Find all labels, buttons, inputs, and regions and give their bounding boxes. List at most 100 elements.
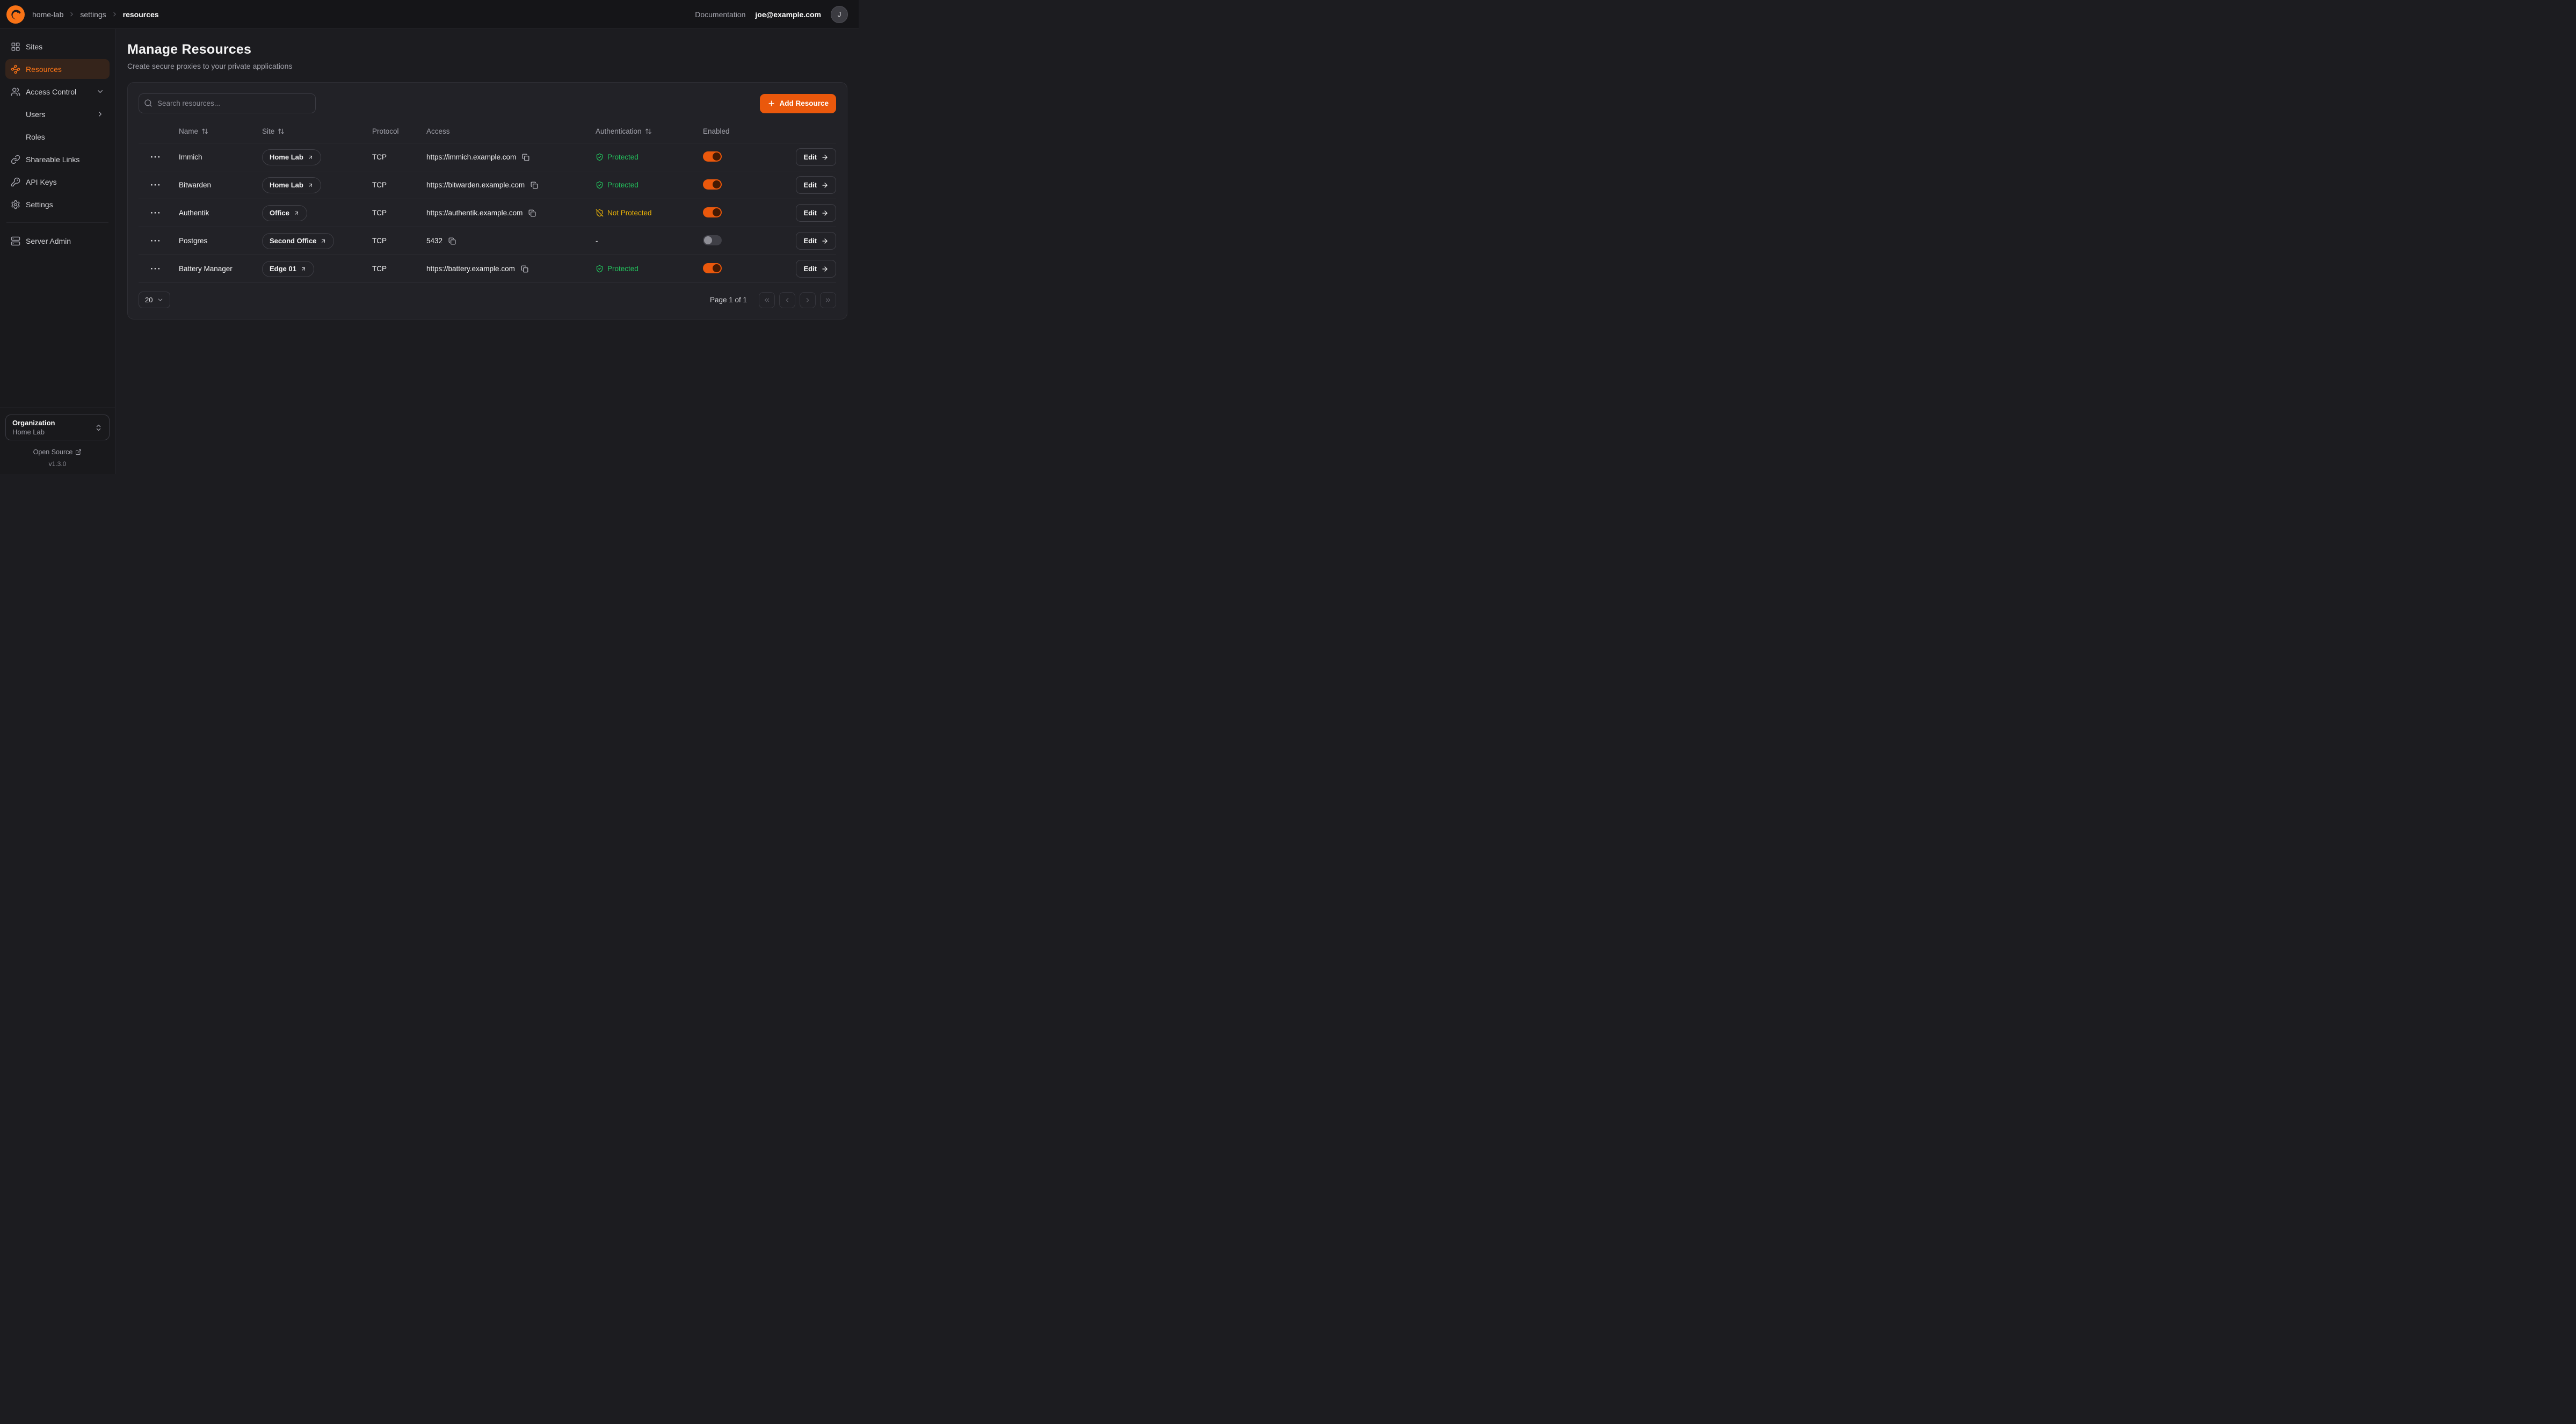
resource-name: Postgres	[179, 237, 262, 245]
access-url: https://immich.example.com	[426, 153, 516, 161]
row-menu-button[interactable]: ···	[147, 178, 164, 192]
enabled-toggle[interactable]	[703, 179, 722, 190]
arrow-up-right-icon	[307, 182, 314, 188]
sidebar-item-server-admin[interactable]: Server Admin	[5, 231, 110, 251]
sidebar-item-shareable-links[interactable]: Shareable Links	[5, 149, 110, 169]
resources-toolbar: Add Resource	[139, 93, 836, 113]
resource-name: Immich	[179, 153, 262, 161]
search-input[interactable]	[139, 93, 316, 113]
auth-status: Protected	[607, 181, 638, 189]
table-row: ··· Battery Manager Edge 01 TCP https://…	[139, 255, 836, 283]
breadcrumb-org[interactable]: home-lab	[32, 10, 63, 19]
table-header: Name Site Protocol Access	[139, 120, 836, 143]
page-size-select[interactable]: 20	[139, 292, 170, 308]
row-menu-button[interactable]: ···	[147, 150, 164, 164]
site-name: Home Lab	[270, 153, 303, 161]
page-subtitle: Create secure proxies to your private ap…	[127, 62, 847, 70]
chevron-down-icon	[157, 296, 164, 303]
key-icon	[11, 177, 20, 187]
sort-icon	[201, 128, 208, 135]
sidebar-item-users[interactable]: Users	[5, 104, 110, 124]
column-label: Enabled	[703, 127, 730, 135]
sidebar-nav: Sites Resources Access Control Users	[5, 37, 110, 251]
add-resource-button[interactable]: Add Resource	[760, 94, 836, 113]
column-header-access: Access	[426, 127, 596, 135]
sidebar-item-sites[interactable]: Sites	[5, 37, 110, 56]
column-header-site[interactable]: Site	[262, 127, 372, 135]
access-url: https://bitwarden.example.com	[426, 181, 525, 189]
breadcrumb: home-lab settings resources	[32, 10, 159, 19]
copy-icon[interactable]	[529, 180, 539, 190]
auth-cell: Protected	[596, 181, 703, 189]
edit-button[interactable]: Edit	[796, 260, 836, 278]
site-name: Edge 01	[270, 265, 296, 273]
copy-icon[interactable]	[447, 236, 457, 246]
column-header-name[interactable]: Name	[179, 127, 262, 135]
avatar[interactable]: J	[831, 6, 848, 23]
pagination: Page 1 of 1	[710, 292, 836, 308]
chevron-left-icon	[783, 296, 791, 304]
row-menu-button[interactable]: ···	[147, 206, 164, 220]
arrow-up-right-icon	[320, 238, 326, 244]
row-menu-button[interactable]: ···	[147, 234, 164, 248]
auth-cell: Not Protected	[596, 209, 703, 217]
first-page-button[interactable]	[759, 292, 775, 308]
site-link[interactable]: Office	[262, 205, 307, 221]
edit-button[interactable]: Edit	[796, 204, 836, 222]
edit-label: Edit	[803, 265, 817, 273]
open-source-label: Open Source	[33, 448, 73, 456]
app-logo-icon[interactable]	[6, 5, 25, 24]
protocol: TCP	[372, 209, 426, 217]
edit-label: Edit	[803, 153, 817, 161]
enabled-toggle[interactable]	[703, 207, 722, 217]
sidebar-item-settings[interactable]: Settings	[5, 194, 110, 214]
arrow-up-right-icon	[293, 210, 300, 216]
enabled-toggle[interactable]	[703, 151, 722, 162]
documentation-link[interactable]: Documentation	[695, 10, 745, 19]
edit-button[interactable]: Edit	[796, 232, 836, 250]
resource-name: Bitwarden	[179, 181, 262, 189]
last-page-button[interactable]	[820, 292, 836, 308]
user-email[interactable]: joe@example.com	[755, 10, 821, 19]
edit-button[interactable]: Edit	[796, 148, 836, 166]
column-header-authentication[interactable]: Authentication	[596, 127, 703, 135]
open-source-link[interactable]: Open Source	[5, 448, 110, 456]
sidebar-item-label: Access Control	[26, 88, 76, 96]
page-size-value: 20	[145, 296, 153, 304]
site-link[interactable]: Home Lab	[262, 177, 321, 193]
copy-icon[interactable]	[521, 152, 531, 162]
edit-label: Edit	[803, 237, 817, 245]
enabled-toggle[interactable]	[703, 263, 722, 273]
access-url: 5432	[426, 237, 442, 245]
copy-icon[interactable]	[520, 264, 529, 274]
plus-icon	[767, 99, 775, 107]
site-link[interactable]: Second Office	[262, 233, 334, 249]
site-link[interactable]: Edge 01	[262, 261, 314, 277]
server-icon	[11, 236, 20, 246]
protocol: TCP	[372, 237, 426, 245]
organization-name: Home Lab	[12, 428, 55, 436]
next-page-button[interactable]	[800, 292, 816, 308]
edit-label: Edit	[803, 209, 817, 217]
breadcrumb-separator-icon	[68, 11, 75, 18]
sidebar-item-roles[interactable]: Roles	[5, 127, 110, 147]
organization-selector[interactable]: Organization Home Lab	[5, 415, 110, 440]
arrow-up-right-icon	[300, 266, 307, 272]
enabled-toggle[interactable]	[703, 235, 722, 245]
previous-page-button[interactable]	[779, 292, 795, 308]
site-link[interactable]: Home Lab	[262, 149, 321, 165]
breadcrumb-settings[interactable]: settings	[80, 10, 106, 19]
sidebar-item-access-control[interactable]: Access Control	[5, 82, 110, 101]
protocol: TCP	[372, 265, 426, 273]
sidebar: Sites Resources Access Control Users	[0, 29, 115, 474]
edit-button[interactable]: Edit	[796, 176, 836, 194]
copy-icon[interactable]	[527, 208, 537, 218]
avatar-initial: J	[838, 10, 841, 18]
sidebar-footer: Organization Home Lab Open Source v1.3.0	[0, 408, 115, 474]
row-menu-button[interactable]: ···	[147, 262, 164, 275]
breadcrumb-resources[interactable]: resources	[123, 10, 159, 19]
table-row: ··· Authentik Office TCP https://authent…	[139, 199, 836, 227]
sidebar-item-api-keys[interactable]: API Keys	[5, 172, 110, 192]
sidebar-item-resources[interactable]: Resources	[5, 59, 110, 79]
shield-check-icon	[596, 181, 604, 189]
